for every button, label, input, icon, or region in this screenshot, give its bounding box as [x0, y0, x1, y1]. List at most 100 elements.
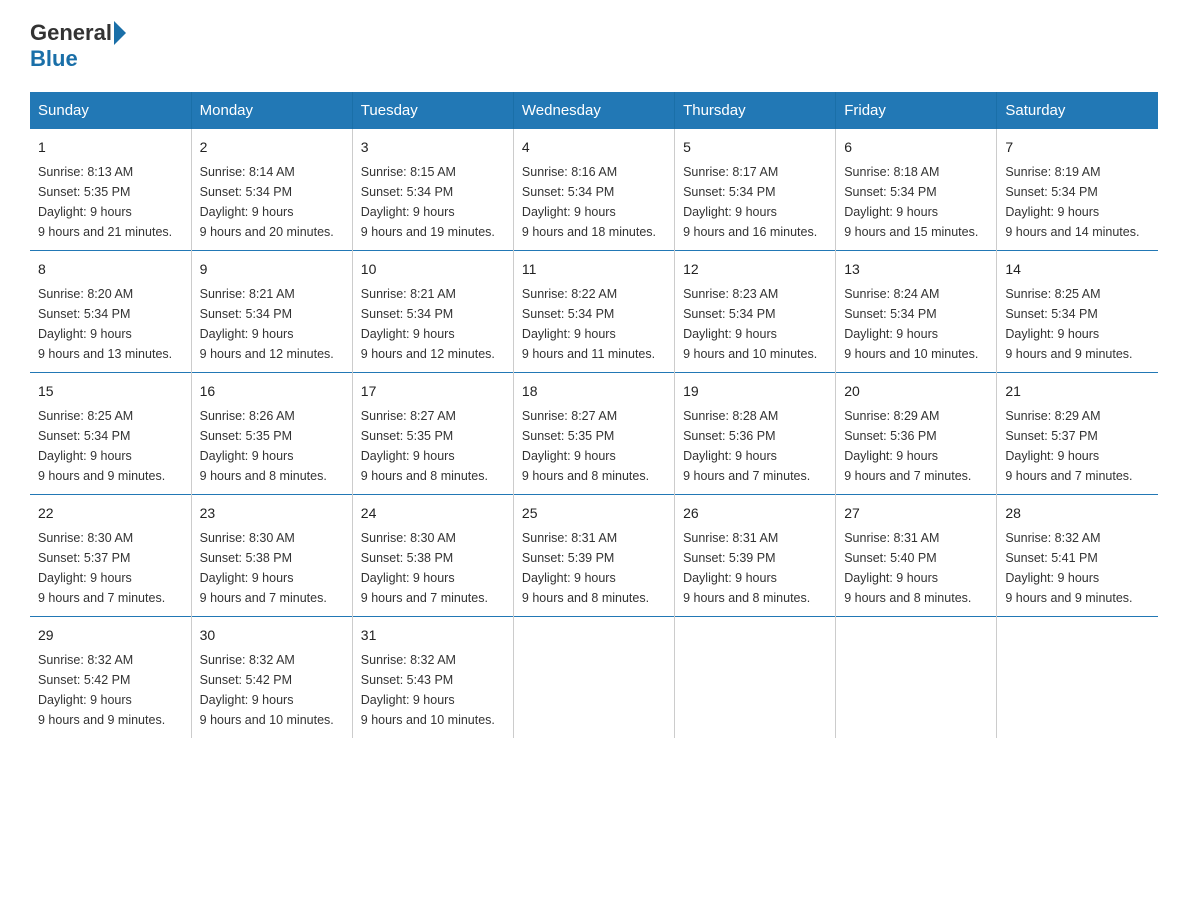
day-number: 27	[844, 503, 988, 524]
calendar-week-row: 29 Sunrise: 8:32 AMSunset: 5:42 PMDayligh…	[30, 617, 1158, 739]
table-row: 3 Sunrise: 8:15 AMSunset: 5:34 PMDaylight…	[352, 129, 513, 251]
calendar-header-row: Sunday Monday Tuesday Wednesday Thursday…	[30, 92, 1158, 129]
col-thursday: Thursday	[675, 92, 836, 129]
day-info: Sunrise: 8:31 AMSunset: 5:39 PMDaylight:…	[522, 531, 649, 605]
col-friday: Friday	[836, 92, 997, 129]
table-row: 26 Sunrise: 8:31 AMSunset: 5:39 PMDayligh…	[675, 495, 836, 617]
table-row: 30Sunrise: 8:32 AMSunset: 5:42 PMDayligh…	[191, 617, 352, 739]
day-number: 18	[522, 381, 666, 402]
day-info: Sunrise: 8:21 AMSunset: 5:34 PMDaylight:…	[200, 287, 334, 361]
day-number: 29	[38, 625, 183, 646]
table-row: 1 Sunrise: 8:13 AMSunset: 5:35 PMDaylight…	[30, 129, 191, 251]
day-number: 5	[683, 137, 827, 158]
day-info: Sunrise: 8:26 AMSunset: 5:35 PMDaylight:…	[200, 409, 327, 483]
calendar-week-row: 15 Sunrise: 8:25 AMSunset: 5:34 PMDayligh…	[30, 373, 1158, 495]
table-row: 8 Sunrise: 8:20 AMSunset: 5:34 PMDaylight…	[30, 251, 191, 373]
day-number: 31	[361, 625, 505, 646]
day-info: Sunrise: 8:28 AMSunset: 5:36 PMDaylight:…	[683, 409, 810, 483]
day-number: 28	[1005, 503, 1150, 524]
table-row: 25Sunrise: 8:31 AMSunset: 5:39 PMDayligh…	[513, 495, 674, 617]
day-number: 22	[38, 503, 183, 524]
day-number: 16	[200, 381, 344, 402]
table-row: 29 Sunrise: 8:32 AMSunset: 5:42 PMDayligh…	[30, 617, 191, 739]
day-number: 17	[361, 381, 505, 402]
table-row: 13 Sunrise: 8:24 AMSunset: 5:34 PMDayligh…	[836, 251, 997, 373]
calendar-week-row: 22 Sunrise: 8:30 AMSunset: 5:37 PMDayligh…	[30, 495, 1158, 617]
table-row: 9 Sunrise: 8:21 AMSunset: 5:34 PMDaylight…	[191, 251, 352, 373]
day-number: 13	[844, 259, 988, 280]
day-info: Sunrise: 8:16 AMSunset: 5:34 PMDaylight:…	[522, 165, 656, 239]
table-row: 18 Sunrise: 8:27 AMSunset: 5:35 PMDayligh…	[513, 373, 674, 495]
page-header: General Blue	[30, 20, 1158, 72]
day-info: Sunrise: 8:23 AMSunset: 5:34 PMDaylight:…	[683, 287, 817, 361]
day-number: 24	[361, 503, 505, 524]
table-row: 31 Sunrise: 8:32 AMSunset: 5:43 PMDayligh…	[352, 617, 513, 739]
table-row	[675, 617, 836, 739]
day-number: 2	[200, 137, 344, 158]
day-number: 8	[38, 259, 183, 280]
logo-arrow-icon	[114, 21, 126, 45]
day-number: 10	[361, 259, 505, 280]
table-row: 7Sunrise: 8:19 AMSunset: 5:34 PMDaylight…	[997, 129, 1158, 251]
day-number: 20	[844, 381, 988, 402]
day-info: Sunrise: 8:25 AMSunset: 5:34 PMDaylight:…	[1005, 287, 1132, 361]
day-info: Sunrise: 8:17 AMSunset: 5:34 PMDaylight:…	[683, 165, 817, 239]
logo-general-text: General	[30, 20, 112, 46]
calendar-week-row: 8 Sunrise: 8:20 AMSunset: 5:34 PMDaylight…	[30, 251, 1158, 373]
day-info: Sunrise: 8:31 AMSunset: 5:39 PMDaylight:…	[683, 531, 810, 605]
day-number: 11	[522, 259, 666, 280]
day-info: Sunrise: 8:32 AMSunset: 5:41 PMDaylight:…	[1005, 531, 1132, 605]
table-row	[997, 617, 1158, 739]
day-number: 1	[38, 137, 183, 158]
table-row: 28 Sunrise: 8:32 AMSunset: 5:41 PMDayligh…	[997, 495, 1158, 617]
table-row: 27 Sunrise: 8:31 AMSunset: 5:40 PMDayligh…	[836, 495, 997, 617]
day-number: 6	[844, 137, 988, 158]
table-row: 22 Sunrise: 8:30 AMSunset: 5:37 PMDayligh…	[30, 495, 191, 617]
day-info: Sunrise: 8:30 AMSunset: 5:38 PMDaylight:…	[200, 531, 327, 605]
day-info: Sunrise: 8:25 AMSunset: 5:34 PMDaylight:…	[38, 409, 165, 483]
table-row: 15 Sunrise: 8:25 AMSunset: 5:34 PMDayligh…	[30, 373, 191, 495]
table-row: 4 Sunrise: 8:16 AMSunset: 5:34 PMDaylight…	[513, 129, 674, 251]
day-number: 14	[1005, 259, 1150, 280]
day-info: Sunrise: 8:31 AMSunset: 5:40 PMDaylight:…	[844, 531, 971, 605]
day-info: Sunrise: 8:21 AMSunset: 5:34 PMDaylight:…	[361, 287, 495, 361]
day-number: 4	[522, 137, 666, 158]
day-number: 21	[1005, 381, 1150, 402]
logo: General Blue	[30, 20, 128, 72]
day-info: Sunrise: 8:30 AMSunset: 5:37 PMDaylight:…	[38, 531, 165, 605]
day-number: 9	[200, 259, 344, 280]
day-info: Sunrise: 8:15 AMSunset: 5:34 PMDaylight:…	[361, 165, 495, 239]
day-number: 15	[38, 381, 183, 402]
day-number: 30	[200, 625, 344, 646]
col-tuesday: Tuesday	[352, 92, 513, 129]
day-info: Sunrise: 8:29 AMSunset: 5:37 PMDaylight:…	[1005, 409, 1132, 483]
day-info: Sunrise: 8:22 AMSunset: 5:34 PMDaylight:…	[522, 287, 655, 361]
day-info: Sunrise: 8:32 AMSunset: 5:42 PMDaylight:…	[38, 653, 165, 727]
day-number: 12	[683, 259, 827, 280]
table-row: 19Sunrise: 8:28 AMSunset: 5:36 PMDayligh…	[675, 373, 836, 495]
day-number: 3	[361, 137, 505, 158]
day-number: 7	[1005, 137, 1150, 158]
calendar-table: Sunday Monday Tuesday Wednesday Thursday…	[30, 92, 1158, 738]
calendar-week-row: 1 Sunrise: 8:13 AMSunset: 5:35 PMDaylight…	[30, 129, 1158, 251]
table-row: 10 Sunrise: 8:21 AMSunset: 5:34 PMDayligh…	[352, 251, 513, 373]
table-row: 14 Sunrise: 8:25 AMSunset: 5:34 PMDayligh…	[997, 251, 1158, 373]
table-row: 2Sunrise: 8:14 AMSunset: 5:34 PMDaylight…	[191, 129, 352, 251]
table-row: 16 Sunrise: 8:26 AMSunset: 5:35 PMDayligh…	[191, 373, 352, 495]
day-info: Sunrise: 8:32 AMSunset: 5:43 PMDaylight:…	[361, 653, 495, 727]
day-info: Sunrise: 8:30 AMSunset: 5:38 PMDaylight:…	[361, 531, 488, 605]
table-row: 24 Sunrise: 8:30 AMSunset: 5:38 PMDayligh…	[352, 495, 513, 617]
table-row: 6 Sunrise: 8:18 AMSunset: 5:34 PMDaylight…	[836, 129, 997, 251]
col-wednesday: Wednesday	[513, 92, 674, 129]
day-info: Sunrise: 8:20 AMSunset: 5:34 PMDaylight:…	[38, 287, 172, 361]
day-number: 23	[200, 503, 344, 524]
table-row: 23 Sunrise: 8:30 AMSunset: 5:38 PMDayligh…	[191, 495, 352, 617]
day-number: 26	[683, 503, 827, 524]
col-sunday: Sunday	[30, 92, 191, 129]
day-info: Sunrise: 8:13 AMSunset: 5:35 PMDaylight:…	[38, 165, 172, 239]
day-info: Sunrise: 8:18 AMSunset: 5:34 PMDaylight:…	[844, 165, 978, 239]
table-row	[836, 617, 997, 739]
table-row: 5 Sunrise: 8:17 AMSunset: 5:34 PMDaylight…	[675, 129, 836, 251]
day-info: Sunrise: 8:27 AMSunset: 5:35 PMDaylight:…	[522, 409, 649, 483]
day-info: Sunrise: 8:24 AMSunset: 5:34 PMDaylight:…	[844, 287, 978, 361]
